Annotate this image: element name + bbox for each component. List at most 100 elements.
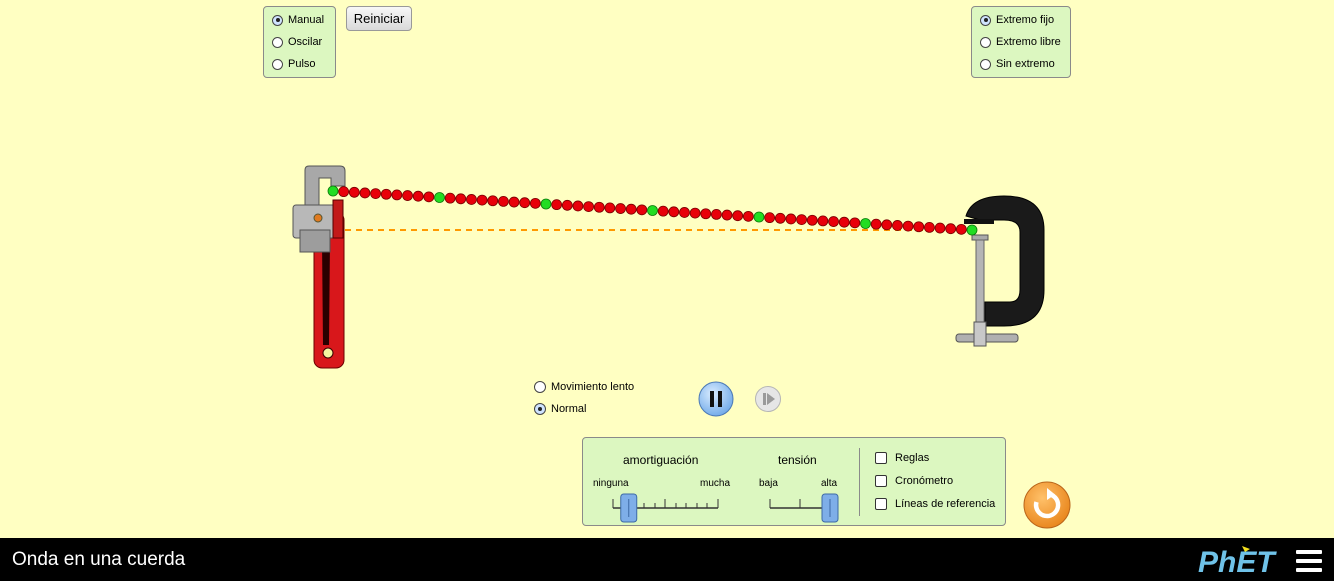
string-bead bbox=[455, 193, 467, 205]
damping-min-label: ninguna bbox=[593, 478, 629, 489]
radio-oscilar[interactable]: Oscilar bbox=[272, 36, 322, 48]
radio-indicator bbox=[534, 381, 546, 393]
checkbox-timer[interactable]: Cronómetro bbox=[875, 475, 953, 487]
string-bead bbox=[519, 197, 531, 209]
string-bead bbox=[881, 219, 893, 231]
string-bead bbox=[423, 191, 435, 203]
string-bead-marker bbox=[966, 224, 978, 236]
reset-all-button[interactable] bbox=[1022, 480, 1072, 530]
string-bead bbox=[828, 216, 839, 227]
radio-fixed-end[interactable]: Extremo fijo bbox=[980, 14, 1054, 26]
string-bead bbox=[892, 220, 903, 231]
string-bead bbox=[934, 222, 946, 234]
string-bead bbox=[668, 206, 680, 218]
radio-indicator bbox=[272, 58, 283, 70]
radio-slow-motion[interactable]: Movimiento lento bbox=[534, 381, 634, 393]
string-beads[interactable] bbox=[327, 185, 978, 236]
radio-label: Pulso bbox=[288, 58, 316, 70]
string-bead bbox=[476, 194, 488, 206]
checkbox-box bbox=[875, 452, 887, 464]
string-bead bbox=[785, 213, 797, 225]
damping-slider-thumb[interactable] bbox=[620, 493, 638, 523]
pause-button[interactable] bbox=[697, 380, 735, 418]
string-bead bbox=[551, 199, 563, 211]
checkbox-box bbox=[875, 498, 887, 510]
radio-label: Extremo libre bbox=[996, 36, 1061, 48]
string-bead bbox=[604, 202, 616, 214]
controls-panel: amortiguación ninguna mucha tensión baja… bbox=[582, 437, 1006, 526]
string-bead-marker bbox=[753, 211, 765, 223]
string-bead bbox=[742, 210, 754, 222]
sim-title: Onda en una cuerda bbox=[12, 549, 186, 570]
string-bead bbox=[902, 220, 914, 232]
tension-slider[interactable] bbox=[765, 493, 843, 523]
string-bead bbox=[806, 214, 818, 226]
string-bead bbox=[402, 190, 413, 201]
radio-label: Sin extremo bbox=[996, 58, 1055, 70]
navigation-bar: Onda en una cuerda PhET bbox=[0, 538, 1334, 581]
damping-title: amortiguación bbox=[623, 453, 699, 467]
tension-max-label: alta bbox=[821, 478, 838, 489]
radio-manual[interactable]: Manual bbox=[272, 14, 324, 26]
string-bead bbox=[348, 186, 360, 198]
step-button[interactable] bbox=[754, 385, 782, 413]
string-bead bbox=[636, 204, 648, 216]
panel-divider bbox=[859, 448, 860, 516]
string-bead-marker bbox=[647, 205, 658, 216]
string-bead bbox=[359, 187, 371, 199]
string-bead bbox=[764, 212, 776, 224]
radio-pulso[interactable]: Pulso bbox=[272, 58, 316, 70]
simulation-canvas bbox=[292, 165, 1045, 369]
tension-slider-thumb[interactable] bbox=[821, 493, 839, 523]
string-bead bbox=[370, 188, 382, 200]
radio-label: Movimiento lento bbox=[551, 381, 635, 393]
string-bead bbox=[508, 196, 520, 208]
radio-indicator bbox=[272, 36, 283, 48]
string-bead bbox=[817, 215, 829, 227]
string-bead bbox=[955, 223, 967, 235]
radio-indicator bbox=[272, 14, 283, 26]
radio-loose-end[interactable]: Extremo libre bbox=[980, 36, 1061, 48]
radio-indicator bbox=[980, 14, 991, 26]
damping-max-label: mucha bbox=[700, 478, 731, 489]
string-bead bbox=[391, 189, 403, 201]
radio-label: Normal bbox=[551, 403, 587, 415]
pipe-wrench-icon[interactable] bbox=[292, 165, 346, 369]
string-bead bbox=[721, 209, 733, 221]
string-bead bbox=[466, 194, 477, 205]
checkbox-rulers[interactable]: Reglas bbox=[875, 452, 929, 464]
string-bead bbox=[711, 208, 722, 220]
string-bead bbox=[700, 208, 712, 220]
string-bead bbox=[679, 207, 690, 218]
hamburger-menu-icon[interactable] bbox=[1296, 550, 1324, 572]
radio-label: Manual bbox=[288, 14, 325, 26]
phet-logo[interactable]: PhET bbox=[1198, 542, 1290, 578]
string-bead bbox=[913, 221, 925, 233]
checkbox-label: Cronómetro bbox=[895, 475, 954, 487]
string-bead-marker bbox=[434, 192, 445, 203]
checkbox-label: Reglas bbox=[895, 452, 930, 464]
restart-button[interactable]: Reiniciar bbox=[346, 6, 412, 31]
string-bead bbox=[572, 200, 584, 212]
radio-normal-speed[interactable]: Normal bbox=[534, 403, 586, 415]
string-bead bbox=[412, 190, 424, 202]
string-bead bbox=[561, 199, 573, 211]
string-bead bbox=[380, 188, 392, 200]
string-bead bbox=[796, 214, 807, 226]
checkbox-reference-line[interactable]: Líneas de referencia bbox=[875, 498, 995, 510]
string-bead bbox=[838, 216, 850, 228]
radio-indicator bbox=[980, 36, 991, 48]
damping-slider[interactable] bbox=[608, 493, 723, 523]
c-clamp-icon bbox=[955, 195, 1045, 347]
clamp-screw bbox=[975, 239, 985, 323]
radio-no-end[interactable]: Sin extremo bbox=[980, 58, 1055, 70]
string-bead bbox=[497, 195, 509, 207]
string-bead-marker[interactable] bbox=[327, 185, 339, 197]
string-bead bbox=[615, 203, 626, 214]
string-bead bbox=[689, 207, 701, 219]
string-bead bbox=[487, 195, 499, 207]
string-bead-marker bbox=[860, 218, 871, 229]
wave-mode-panel: Manual Oscilar Pulso bbox=[263, 6, 336, 78]
string-bead bbox=[945, 223, 957, 235]
string-bead-marker bbox=[540, 198, 552, 210]
